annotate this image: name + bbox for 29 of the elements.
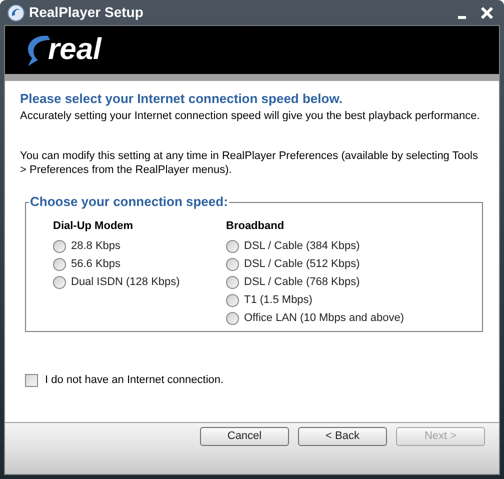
radio-button[interactable]	[53, 276, 66, 288]
intro-text: Accurately setting your Internet connection speed will give you the best playback performance.	[20, 109, 481, 123]
radio-label: DSL / Cable (512 Kbps)	[244, 256, 360, 272]
radio-label: DSL / Cable (768 Kbps)	[244, 274, 360, 290]
radio-button[interactable]	[226, 276, 239, 288]
wizard-button[interactable]: Cancel	[200, 427, 289, 446]
checkbox[interactable]	[25, 374, 38, 387]
radio-label: 56.6 Kbps	[71, 256, 121, 272]
radio-button[interactable]	[226, 312, 239, 324]
wizard-button[interactable]: < Back	[298, 427, 387, 446]
radio-label: Office LAN (10 Mbps and above)	[244, 310, 404, 326]
radio-label: 28.8 Kbps	[71, 238, 121, 254]
radio-button[interactable]	[53, 240, 66, 252]
column-heading: Broadband	[226, 219, 286, 234]
checkbox-label: I do not have an Internet connection.	[45, 373, 224, 388]
radio-button[interactable]	[226, 258, 239, 270]
radio-button[interactable]	[226, 294, 239, 306]
radio-label: DSL / Cable (384 Kbps)	[244, 238, 360, 254]
logo: real	[24, 32, 102, 68]
radio-label: Dual ISDN (128 Kbps)	[71, 274, 180, 290]
radio-label: T1 (1.5 Mbps)	[244, 292, 312, 308]
radio-button[interactable]	[53, 258, 66, 270]
heading: Please select your Internet connection speed below.	[20, 90, 344, 107]
app-icon	[7, 4, 25, 22]
radio-button[interactable]	[226, 240, 239, 252]
window-title: RealPlayer Setup	[29, 3, 144, 22]
close-icon[interactable]	[480, 6, 494, 20]
note-text: You can modify this setting at any time in RealPlayer Preferences (available by selecting Tools > Preferences from the RealPlayer menus).	[20, 149, 479, 177]
column-heading: Dial-Up Modem	[53, 219, 134, 234]
